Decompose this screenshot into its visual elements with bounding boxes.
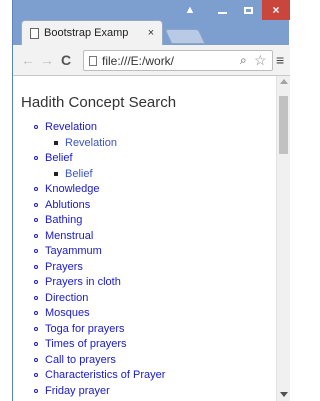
scrollbar-thumb[interactable] [279,96,288,154]
concept-item: Revelation Revelation [34,120,271,151]
concept-item: Ablutions [34,198,271,214]
vertical-scrollbar[interactable] [276,76,290,401]
concept-item: Knowledge [34,182,271,198]
concept-link[interactable]: Toga for prayers [45,323,124,335]
close-icon: × [272,3,280,17]
concept-link[interactable]: Belief [45,152,73,164]
circle-bullet-icon [34,264,38,269]
maximize-button[interactable] [235,0,261,20]
circle-bullet-icon [34,125,38,130]
concept-item: Menstrual [34,229,271,245]
browser-tab[interactable]: Bootstrap Examp × [21,20,163,45]
concept-item: Call to prayers [34,353,271,369]
square-bullet-icon [54,171,58,176]
concept-link[interactable]: Direction [45,292,88,304]
back-button[interactable]: ← [21,52,35,68]
maximize-icon [243,6,253,14]
user-profile-button[interactable]: ▲ [177,0,203,20]
page-icon [89,55,97,66]
circle-bullet-icon [34,233,38,238]
minimize-button[interactable] [209,0,235,20]
concept-link[interactable]: Prayers [45,261,83,273]
circle-bullet-icon [34,388,38,393]
scroll-down-arrow-icon[interactable] [280,392,288,397]
title-bar: Bootstrap Examp × ▲ × [13,0,290,45]
concept-link[interactable]: Menstrual [45,230,93,242]
concept-link[interactable]: Bathing [45,214,82,226]
sub-concept-link[interactable]: Revelation [65,137,117,149]
concept-link[interactable]: Characteristics of Prayer [45,369,165,381]
circle-bullet-icon [34,342,38,347]
forward-button[interactable]: → [40,52,54,68]
concept-link[interactable]: Revelation [45,121,97,133]
bookmark-star-icon[interactable]: ☆ [254,52,270,69]
concept-link[interactable]: Ablutions [45,199,90,211]
page-icon [30,27,39,39]
close-window-button[interactable]: × [262,0,290,20]
concept-item: Toga for prayers [34,322,271,338]
concept-link[interactable]: Prayers in cloth [45,276,121,288]
circle-bullet-icon [34,357,38,362]
circle-bullet-icon [34,295,38,300]
circle-bullet-icon [34,373,38,378]
concept-item: Tayammum [34,244,271,260]
user-icon: ▲ [184,3,196,16]
sub-concept-list: Belief [34,167,271,183]
concept-link[interactable]: Mosques [45,307,90,319]
browser-toolbar: ← → C file:///E:/work/ ⌕ ☆ ≡ [13,45,290,76]
minimize-icon [217,12,227,14]
circle-bullet-icon [34,280,38,285]
concept-link[interactable]: Times of prayers [45,338,127,350]
page-viewport: Hadith Concept Search Revelation Revelati… [13,76,290,401]
concept-link[interactable]: Tayammum [45,245,102,257]
sub-concept-item: Revelation [54,136,271,152]
concept-link[interactable]: Call to prayers [45,354,116,366]
menu-button[interactable]: ≡ [276,52,288,68]
page-content: Hadith Concept Search Revelation Revelati… [21,94,271,399]
tab-title: Bootstrap Examp [44,27,129,39]
circle-bullet-icon [34,311,38,316]
page-title: Hadith Concept Search [21,94,177,111]
sub-concept-list: Revelation [34,136,271,152]
sub-concept-item: Belief [54,167,271,183]
concept-link[interactable]: Knowledge [45,183,99,195]
tab-close-button[interactable]: × [144,27,158,39]
sub-concept-link[interactable]: Belief [65,168,93,180]
concept-item: Characteristics of Prayer [34,368,271,384]
square-bullet-icon [54,140,58,145]
reload-button[interactable]: C [61,52,71,68]
concept-item: Friday prayer [34,384,271,400]
url-text: file:///E:/work/ [102,53,175,68]
circle-bullet-icon [34,249,38,254]
circle-bullet-icon [34,202,38,207]
concept-item: Times of prayers [34,337,271,353]
concept-item: Direction [34,291,271,307]
browser-window: Bootstrap Examp × ▲ × ← → C file:///E:/w… [12,0,290,401]
zoom-icon[interactable]: ⌕ [240,53,254,68]
scroll-up-arrow-icon[interactable] [280,79,288,84]
new-tab-button[interactable] [164,29,206,44]
concept-item: Bathing [34,213,271,229]
concept-item: Belief Belief [34,151,271,182]
concept-list: Revelation Revelation Belief Belief Knowledg… [21,120,271,399]
circle-bullet-icon [34,218,38,223]
concept-item: Prayers in cloth [34,275,271,291]
circle-bullet-icon [34,187,38,192]
address-bar[interactable]: file:///E:/work/ ⌕ ☆ [83,50,273,71]
concept-item: Mosques [34,306,271,322]
circle-bullet-icon [34,156,38,161]
concept-item: Prayers [34,260,271,276]
concept-link[interactable]: Friday prayer [45,385,110,397]
circle-bullet-icon [34,326,38,331]
